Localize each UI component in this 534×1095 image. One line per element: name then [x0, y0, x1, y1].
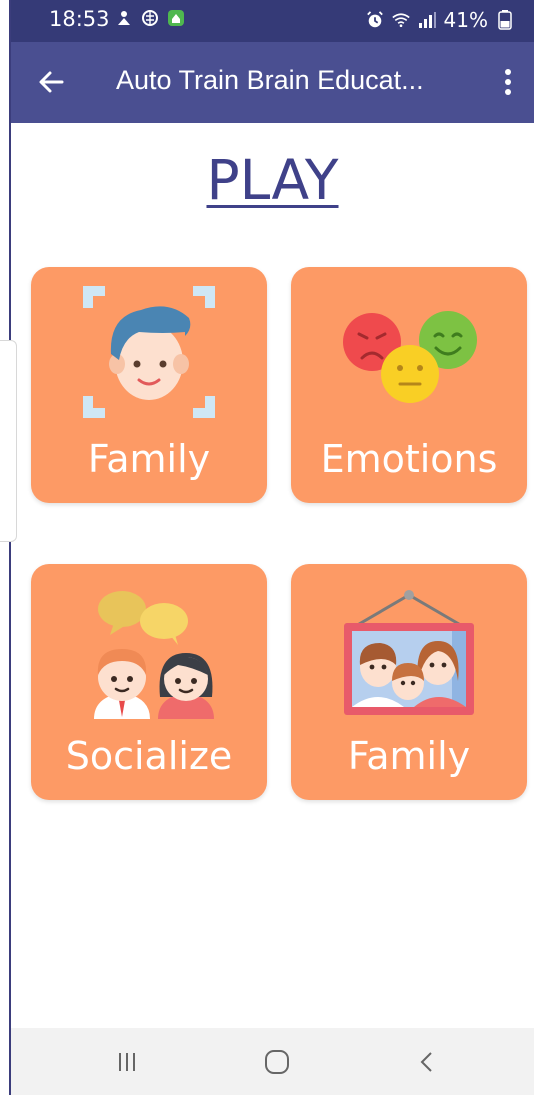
app-bar: Auto Train Brain Educat...: [11, 42, 534, 123]
family-photo-frame-icon: [291, 564, 527, 734]
status-icons-right: 41%: [366, 8, 514, 32]
chevron-left-icon: [420, 1052, 432, 1072]
system-navigation-bar: [11, 1028, 534, 1095]
card-family-photo[interactable]: Family: [291, 564, 527, 800]
page-title: PLAY: [206, 148, 339, 212]
battery-percent: 41%: [443, 8, 488, 32]
alarm-icon: [366, 11, 384, 29]
edge-panel-handle[interactable]: [0, 340, 17, 542]
app-title: Auto Train Brain Educat...: [116, 65, 424, 95]
recent-apps-button[interactable]: [101, 1038, 153, 1086]
brain-icon: [141, 9, 159, 27]
left-edge-divider: [0, 0, 11, 1095]
app-notification-icon: [167, 9, 185, 27]
app-screen: 18:53 41% Auto Train Brain Educat... PLA…: [0, 0, 534, 1095]
home-icon: [265, 1050, 289, 1074]
wifi-icon: [391, 11, 410, 29]
battery-icon: [496, 10, 514, 30]
status-bar: 18:53 41%: [11, 0, 534, 42]
overflow-menu-button[interactable]: [496, 62, 520, 102]
card-socialize[interactable]: Socialize: [31, 564, 267, 800]
home-button[interactable]: [251, 1038, 303, 1086]
recent-apps-icon: [119, 1053, 135, 1071]
status-icons-left: [115, 9, 185, 27]
card-family[interactable]: Family: [31, 267, 267, 503]
card-label: Family: [87, 437, 211, 481]
card-label: Emotions: [320, 437, 498, 481]
notification-icon: [115, 9, 133, 27]
back-button[interactable]: [31, 62, 71, 102]
card-label: Socialize: [65, 734, 233, 778]
two-people-chat-icon: [31, 564, 267, 734]
more-vertical-icon: [505, 69, 511, 95]
card-label: Family: [347, 734, 471, 778]
status-time: 18:53: [49, 7, 110, 31]
emotion-faces-icon: [291, 267, 527, 437]
arrow-left-icon: [39, 71, 64, 93]
system-back-button[interactable]: [401, 1038, 453, 1086]
signal-icon: [418, 11, 436, 29]
card-emotions[interactable]: Emotions: [291, 267, 527, 503]
face-scan-icon: [31, 267, 267, 437]
